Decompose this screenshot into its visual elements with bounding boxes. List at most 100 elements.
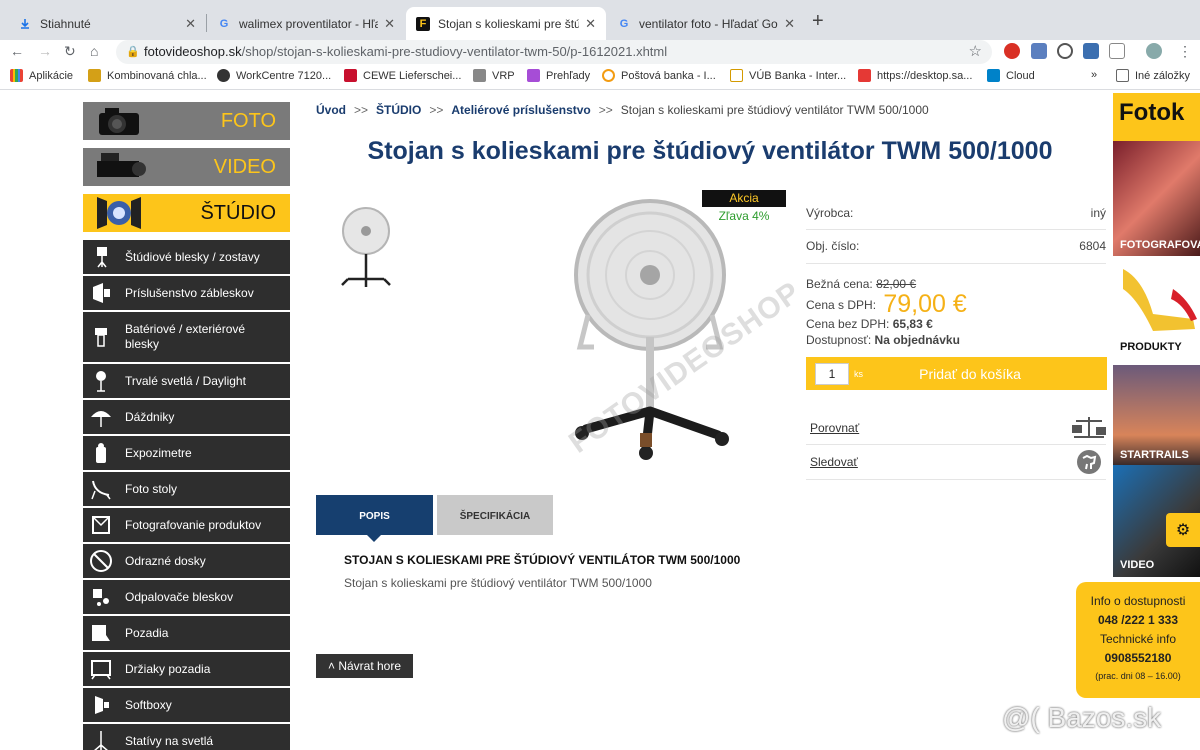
bookmark-item[interactable]: Poštová banka - I... [602, 69, 716, 82]
quantity-input[interactable]: 1 [815, 362, 849, 385]
sidebar-item-flash-triggers[interactable]: Odpalovače bleskov [83, 580, 290, 614]
category-video[interactable]: VIDEO [83, 148, 290, 186]
sidebar-item-photo-tables[interactable]: Foto stoly [83, 472, 290, 506]
price-with-vat: 79,00 € [883, 290, 967, 318]
background-holder-icon [87, 655, 115, 683]
bookmark-item[interactable]: https://desktop.sa... [858, 69, 972, 82]
back-arrow-icon[interactable]: ← [10, 40, 24, 64]
camera-icon [99, 108, 139, 135]
url-path: /shop/stojan-s-kolieskami-pre-studiovy-v… [241, 44, 668, 59]
tab-google-search-ventilator[interactable]: G ventilator foto - Hľadať Googlom ✕ [607, 7, 805, 40]
tab-strip: Stiahnuté ✕ G walimex proventilator - Hľ… [0, 0, 1200, 40]
price-with-vat-row: Cena s DPH: 79,00 € [806, 290, 967, 318]
close-tab-icon[interactable]: ✕ [384, 16, 395, 32]
product-thumbnail[interactable] [336, 205, 396, 291]
availability-value: Na objednávku [874, 333, 960, 347]
tab-specification[interactable]: ŠPECIFIKÁCIA [437, 495, 553, 535]
forward-arrow-icon[interactable]: → [38, 40, 52, 64]
tab-google-search-walimex[interactable]: G walimex proventilator - Hľadať Googlom… [207, 7, 405, 40]
breadcrumb-studio[interactable]: ŠTÚDIO [376, 103, 421, 117]
watch-link[interactable]: Sledovať [810, 455, 858, 469]
sidebar-item-softboxes[interactable]: Softboxy [83, 688, 290, 722]
banner-photography[interactable]: FOTOGRAFOVA [1113, 141, 1200, 256]
lock-icon: 🔒 [126, 46, 140, 58]
sidebar-item-product-photography[interactable]: Fotografovanie produktov [83, 508, 290, 542]
bookmark-item[interactable]: Kombinovaná chla... [88, 69, 207, 82]
other-bookmarks[interactable]: Iné záložky [1116, 69, 1190, 82]
bookmark-item[interactable]: Prehľady [527, 69, 590, 82]
screen-extension-icon[interactable] [1109, 43, 1125, 59]
bookmark-star-icon[interactable]: ☆ [969, 40, 982, 64]
continuous-light-icon [87, 367, 115, 395]
close-tab-icon[interactable]: ✕ [185, 16, 196, 32]
studio-light-icon [97, 197, 141, 229]
bookmark-apps[interactable]: Aplikácie [10, 69, 73, 82]
home-icon[interactable]: ⌂ [90, 40, 98, 64]
sidebar-item-backgrounds[interactable]: Pozadia [83, 616, 290, 650]
settings-gear-button[interactable]: ⚙ [1166, 513, 1200, 547]
sidebar-item-continuous-lights[interactable]: Trvalé svetlá / Daylight [83, 364, 290, 398]
tab-description[interactable]: POPIS [316, 495, 433, 542]
camera-extension-icon[interactable] [1031, 43, 1047, 59]
light-meter-icon [87, 439, 115, 467]
add-to-cart-button[interactable]: Pridať do košíka [863, 366, 1107, 382]
google-icon: G [619, 17, 629, 30]
url-host: fotovideoshop.sk [144, 44, 242, 59]
watch-dog-icon[interactable] [1076, 449, 1102, 475]
tab-pointer-icon [367, 535, 381, 542]
new-tab-icon[interactable]: + [812, 10, 824, 33]
bookmark-favicon-icon [602, 69, 615, 82]
breadcrumb-accessories[interactable]: Ateliérové príslušenstvo [451, 103, 590, 117]
adblock-extension-icon[interactable] [1004, 43, 1020, 59]
camera2-extension-icon[interactable] [1083, 43, 1099, 59]
fotovideoshop-icon: F [416, 16, 430, 31]
sidebar-item-reflectors[interactable]: Odrazné dosky [83, 544, 290, 578]
category-foto[interactable]: FOTO [83, 102, 290, 140]
sidebar-item-light-meters[interactable]: Expozimetre [83, 436, 290, 470]
breadcrumb-home[interactable]: Úvod [316, 103, 346, 117]
phone-availability[interactable]: 048 /222 1 333 [1076, 613, 1200, 627]
tab-product-active[interactable]: F Stojan s kolieskami pre štúdiový venti… [406, 7, 606, 40]
compare-link[interactable]: Porovnať [810, 421, 859, 435]
speedlight-icon [87, 323, 115, 351]
help-extension-icon[interactable] [1057, 43, 1073, 59]
category-studio[interactable]: ŠTÚDIO [83, 194, 290, 232]
photo-table-icon [87, 475, 115, 503]
banner-top[interactable]: Fotok [1113, 93, 1200, 141]
compare-scales-icon[interactable] [1070, 415, 1108, 441]
sale-badge: Akcia [702, 190, 786, 207]
sidebar-item-umbrellas[interactable]: Dáždniky [83, 400, 290, 434]
umbrella-icon [87, 403, 115, 431]
download-icon [18, 17, 32, 31]
bookmarks-overflow[interactable]: » [1091, 69, 1097, 81]
banner-startrails[interactable]: STARTRAILS [1113, 365, 1200, 465]
menu-dots-icon[interactable]: ⋮ [1178, 40, 1192, 64]
sidebar-item-light-stands[interactable]: Statívy na svetlá [83, 724, 290, 750]
address-bar[interactable]: 🔒 fotovideoshop.sk/shop/stojan-s-koliesk… [116, 40, 992, 64]
sidebar-item-background-holders[interactable]: Držiaky pozadia [83, 652, 290, 686]
bookmark-item[interactable]: VRP [473, 69, 515, 82]
contact-info-box: Info o dostupnosti 048 /222 1 333 Techni… [1076, 582, 1200, 698]
bookmark-item[interactable]: VÚB Banka - Inter... [730, 69, 846, 82]
tab-downloads[interactable]: Stiahnuté ✕ [8, 7, 206, 40]
sidebar-item-battery-flashes[interactable]: Batériové / exteriérové blesky [83, 312, 290, 362]
sidebar-item-flash-accessories[interactable]: Príslušenstvo zábleskov [83, 276, 290, 310]
studio-flash-icon [87, 243, 115, 271]
description-heading: STOJAN S KOLIESKAMI PRE ŠTÚDIOVÝ VENTILÁ… [344, 553, 741, 567]
bookmark-item[interactable]: WorkCentre 7120... [217, 69, 331, 82]
phone-technical[interactable]: 0908552180 [1076, 651, 1200, 665]
reload-icon[interactable]: ↻ [64, 40, 76, 64]
cloud-icon [987, 69, 1000, 82]
close-tab-icon[interactable]: ✕ [585, 16, 596, 32]
bookmark-item[interactable]: Cloud [987, 69, 1035, 82]
breadcrumb-current: Stojan s kolieskami pre štúdiový ventilá… [620, 103, 929, 117]
profile-avatar[interactable] [1146, 43, 1162, 59]
bookmarks-bar: Aplikácie Kombinovaná chla... WorkCentre… [0, 64, 1200, 90]
back-to-top-button[interactable]: ˄ Návrat hore [316, 654, 413, 678]
chevron-up-icon: ˄ [327, 659, 335, 673]
sidebar-item-studio-flashes[interactable]: Štúdiové blesky / zostavy [83, 240, 290, 274]
product-title: Stojan s kolieskami pre štúdiový ventilá… [367, 137, 1053, 165]
bookmark-item[interactable]: CEWE Lieferschei... [344, 69, 461, 82]
banner-products[interactable]: PRODUKTY [1113, 259, 1200, 356]
close-tab-icon[interactable]: ✕ [784, 16, 795, 32]
